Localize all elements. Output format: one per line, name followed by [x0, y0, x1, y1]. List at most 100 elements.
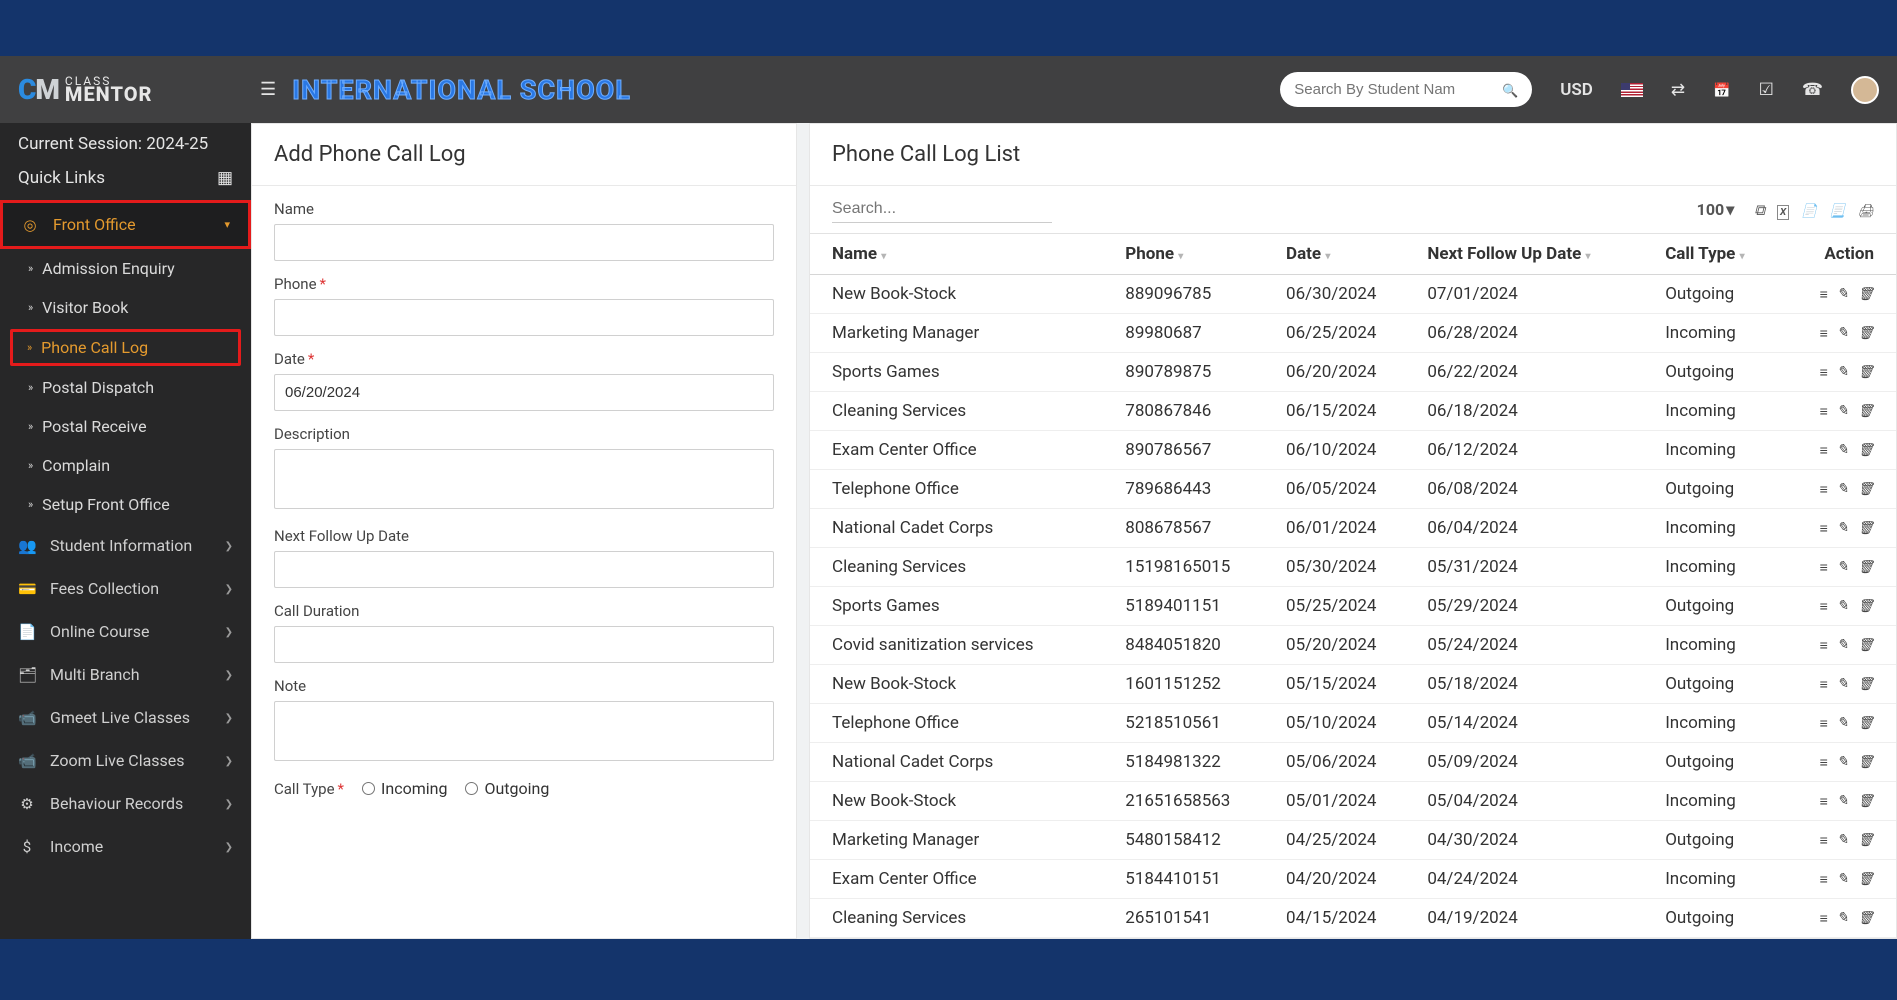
row-menu-icon[interactable]	[1820, 520, 1828, 537]
language-flag-icon[interactable]	[1621, 83, 1643, 97]
radio-incoming-input[interactable]	[362, 782, 375, 795]
row-menu-icon[interactable]	[1820, 793, 1828, 810]
sidebar-item-gmeet-live-classes[interactable]: 📹Gmeet Live Classes	[0, 696, 251, 739]
row-delete-icon[interactable]	[1857, 754, 1874, 771]
col-date[interactable]: Date	[1278, 234, 1419, 275]
sidebar-item-behaviour-records[interactable]: ⚙Behaviour Records	[0, 782, 251, 825]
row-edit-icon[interactable]	[1837, 325, 1849, 342]
row-edit-icon[interactable]	[1837, 442, 1849, 459]
whatsapp-icon[interactable]	[1802, 80, 1823, 100]
quick-links[interactable]: Quick Links	[0, 162, 251, 200]
row-menu-icon[interactable]	[1820, 832, 1828, 849]
col-followup[interactable]: Next Follow Up Date	[1419, 234, 1657, 275]
row-edit-icon[interactable]	[1837, 754, 1849, 771]
radio-outgoing[interactable]: Outgoing	[465, 779, 549, 798]
row-menu-icon[interactable]	[1820, 559, 1828, 576]
description-input[interactable]	[274, 449, 774, 509]
sidebar-subitem-postal-dispatch[interactable]: Postal Dispatch	[0, 368, 251, 407]
row-menu-icon[interactable]	[1820, 364, 1828, 381]
row-delete-icon[interactable]	[1857, 832, 1874, 849]
row-edit-icon[interactable]	[1837, 403, 1849, 420]
currency-selector[interactable]: USD	[1560, 80, 1593, 100]
swap-icon[interactable]	[1671, 80, 1685, 100]
row-edit-icon[interactable]	[1837, 598, 1849, 615]
row-delete-icon[interactable]	[1857, 715, 1874, 732]
row-menu-icon[interactable]	[1820, 754, 1828, 771]
row-menu-icon[interactable]	[1820, 481, 1828, 498]
student-search[interactable]	[1280, 72, 1532, 107]
row-menu-icon[interactable]	[1820, 715, 1828, 732]
row-delete-icon[interactable]	[1857, 598, 1874, 615]
row-delete-icon[interactable]	[1857, 520, 1874, 537]
name-input[interactable]	[274, 224, 774, 261]
row-menu-icon[interactable]	[1820, 403, 1828, 420]
tasks-icon[interactable]	[1759, 80, 1774, 100]
phone-input[interactable]	[274, 299, 774, 336]
sidebar-item-online-course[interactable]: 📄Online Course	[0, 610, 251, 653]
row-delete-icon[interactable]	[1857, 442, 1874, 459]
row-delete-icon[interactable]	[1857, 910, 1874, 927]
followup-input[interactable]	[274, 551, 774, 588]
sidebar-item-front-office[interactable]: ◎Front Office	[0, 200, 251, 249]
sidebar-subitem-admission-enquiry[interactable]: Admission Enquiry	[0, 249, 251, 288]
row-delete-icon[interactable]	[1857, 481, 1874, 498]
pdf-icon[interactable]	[1829, 201, 1845, 219]
search-icon[interactable]	[1502, 81, 1518, 99]
calendar-icon[interactable]	[1713, 80, 1730, 100]
row-menu-icon[interactable]	[1820, 676, 1828, 693]
row-edit-icon[interactable]	[1837, 793, 1849, 810]
row-menu-icon[interactable]	[1820, 910, 1828, 927]
search-input[interactable]	[1294, 81, 1496, 98]
excel-icon[interactable]	[1777, 201, 1789, 219]
row-delete-icon[interactable]	[1857, 364, 1874, 381]
duration-input[interactable]	[274, 626, 774, 663]
sidebar-subitem-phone-call-log[interactable]: Phone Call Log	[10, 329, 241, 366]
page-size-selector[interactable]: 100	[1697, 200, 1735, 219]
csv-icon[interactable]	[1801, 201, 1817, 219]
row-edit-icon[interactable]	[1837, 286, 1849, 303]
row-edit-icon[interactable]	[1837, 481, 1849, 498]
row-edit-icon[interactable]	[1837, 520, 1849, 537]
sidebar-item-multi-branch[interactable]: 🗂Multi Branch	[0, 653, 251, 696]
sidebar-subitem-setup-front-office[interactable]: Setup Front Office	[0, 485, 251, 524]
row-edit-icon[interactable]	[1837, 637, 1849, 654]
row-edit-icon[interactable]	[1837, 871, 1849, 888]
row-menu-icon[interactable]	[1820, 637, 1828, 654]
row-edit-icon[interactable]	[1837, 559, 1849, 576]
row-edit-icon[interactable]	[1837, 676, 1849, 693]
date-input[interactable]	[274, 374, 774, 411]
row-menu-icon[interactable]	[1820, 286, 1828, 303]
sidebar-item-income[interactable]: $Income	[0, 825, 251, 868]
row-edit-icon[interactable]	[1837, 364, 1849, 381]
note-input[interactable]	[274, 701, 774, 761]
row-delete-icon[interactable]	[1857, 871, 1874, 888]
radio-incoming[interactable]: Incoming	[362, 779, 447, 798]
row-delete-icon[interactable]	[1857, 793, 1874, 810]
list-search-input[interactable]	[832, 196, 1052, 223]
row-delete-icon[interactable]	[1857, 403, 1874, 420]
radio-outgoing-input[interactable]	[465, 782, 478, 795]
avatar[interactable]	[1851, 76, 1879, 104]
sidebar-subitem-complain[interactable]: Complain	[0, 446, 251, 485]
sidebar-item-zoom-live-classes[interactable]: 📹Zoom Live Classes	[0, 739, 251, 782]
col-name[interactable]: Name	[810, 234, 1117, 275]
row-edit-icon[interactable]	[1837, 832, 1849, 849]
row-delete-icon[interactable]	[1857, 676, 1874, 693]
row-menu-icon[interactable]	[1820, 442, 1828, 459]
menu-toggle-icon[interactable]	[260, 79, 276, 100]
row-delete-icon[interactable]	[1857, 637, 1874, 654]
row-edit-icon[interactable]	[1837, 910, 1849, 927]
sidebar-item-student-information[interactable]: 👥Student Information	[0, 524, 251, 567]
col-calltype[interactable]: Call Type	[1657, 234, 1784, 275]
sidebar-subitem-postal-receive[interactable]: Postal Receive	[0, 407, 251, 446]
row-delete-icon[interactable]	[1857, 286, 1874, 303]
copy-icon[interactable]	[1754, 201, 1765, 219]
grid-icon[interactable]	[217, 168, 233, 188]
print-icon[interactable]	[1857, 201, 1874, 219]
sidebar-subitem-visitor-book[interactable]: Visitor Book	[0, 288, 251, 327]
row-delete-icon[interactable]	[1857, 559, 1874, 576]
logo[interactable]: CM CLASS MENTOR	[18, 73, 244, 106]
row-menu-icon[interactable]	[1820, 871, 1828, 888]
sidebar-item-fees-collection[interactable]: 💳Fees Collection	[0, 567, 251, 610]
row-menu-icon[interactable]	[1820, 325, 1828, 342]
